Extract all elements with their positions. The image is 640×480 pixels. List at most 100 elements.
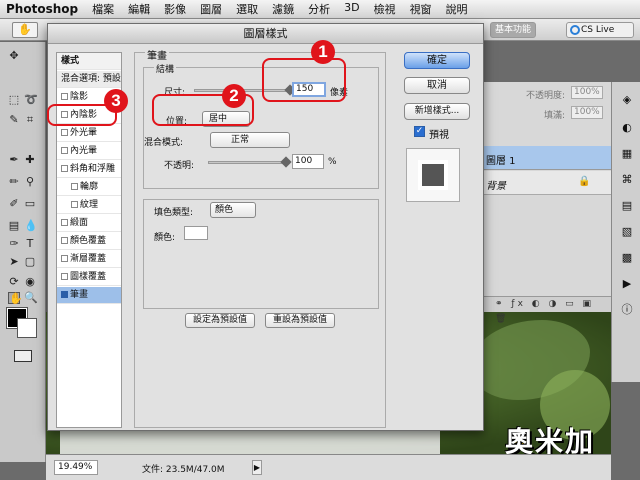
eraser-icon[interactable]: ▭: [24, 198, 36, 210]
menu-layer[interactable]: 圖層: [200, 1, 222, 17]
clone-stamp-icon[interactable]: ⚲: [24, 176, 36, 188]
layers-panel-icon[interactable]: ◈: [620, 94, 634, 106]
styles-header[interactable]: 樣式: [57, 53, 121, 70]
style-item-stroke[interactable]: 筆畫: [57, 287, 121, 304]
blur-tool-icon[interactable]: 💧: [24, 220, 38, 232]
style-item-inner-glow[interactable]: 內光暈: [57, 143, 121, 160]
opacity-slider-thumb[interactable]: [280, 156, 292, 168]
layer-row-background[interactable]: 背景 🔒: [479, 171, 612, 195]
style-checkbox[interactable]: [61, 237, 68, 244]
workspace-switcher[interactable]: 基本功能: [490, 22, 536, 38]
opacity-unit: %: [328, 157, 337, 167]
style-checkbox[interactable]: [61, 273, 68, 280]
style-checkbox[interactable]: [61, 93, 68, 100]
healing-brush-icon[interactable]: ✚: [24, 154, 36, 166]
hand-icon[interactable]: ✋: [12, 22, 38, 38]
style-checkbox[interactable]: [61, 129, 68, 136]
pen-tool-icon[interactable]: ✑: [8, 238, 20, 250]
layer-fill-input[interactable]: 100%: [571, 106, 603, 119]
history-panel-icon[interactable]: ▤: [620, 200, 634, 212]
history-brush-icon[interactable]: ✐: [8, 198, 20, 210]
style-item-bevel-emboss[interactable]: 斜角和浮雕: [57, 161, 121, 178]
layers-footer-toolbar[interactable]: ⚭ ƒx ◐ ◑ ▭ ▣ 🗑: [479, 296, 612, 324]
style-checkbox[interactable]: [61, 165, 68, 172]
style-item-label: 漸層覆蓋: [70, 254, 107, 264]
menu-analysis[interactable]: 分析: [308, 1, 330, 17]
style-item-blending-options[interactable]: 混合選項: 預設: [57, 71, 121, 88]
channels-panel-icon[interactable]: ▦: [620, 148, 634, 160]
marquee-tool-icon[interactable]: ⬚: [8, 94, 20, 106]
background-color-swatch[interactable]: [17, 318, 37, 338]
adjustments-panel-icon[interactable]: ◐: [620, 122, 634, 134]
ok-button[interactable]: 確定: [404, 52, 470, 69]
menu-filter[interactable]: 濾鏡: [272, 1, 294, 17]
info-panel-icon[interactable]: ⓘ: [620, 304, 634, 316]
style-checkbox[interactable]: [61, 219, 68, 226]
reset-default-button[interactable]: 重設為預設值: [265, 313, 335, 328]
menu-file[interactable]: 檔案: [92, 1, 114, 17]
layer-row-layer-1[interactable]: 圖層 1: [479, 146, 612, 170]
gradient-icon[interactable]: ▤: [8, 220, 20, 232]
path-select-icon[interactable]: ➤: [8, 256, 20, 268]
style-item-label: 緞面: [70, 218, 89, 228]
style-item-color-overlay[interactable]: 顏色覆蓋: [57, 233, 121, 250]
layers-panel: 不透明度: 100% 填滿: 100% 圖層 1 背景 🔒 ⚭ ƒx ◐ ◑ ▭…: [478, 82, 612, 324]
shape-tool-icon[interactable]: ▢: [24, 256, 36, 268]
layer-opacity-input[interactable]: 100%: [571, 86, 603, 99]
swatches-panel-icon[interactable]: ▧: [620, 226, 634, 238]
style-checkbox[interactable]: [71, 183, 78, 190]
style-item-pattern-overlay[interactable]: 圖樣覆蓋: [57, 269, 121, 286]
style-item-contour[interactable]: 輪廓: [57, 179, 121, 196]
type-tool-icon[interactable]: T: [24, 238, 36, 250]
cancel-button[interactable]: 取消: [404, 77, 470, 94]
layer-fill-label: 填滿:: [544, 111, 566, 121]
style-item-outer-glow[interactable]: 外光暈: [57, 125, 121, 142]
style-item-texture[interactable]: 紋理: [57, 197, 121, 214]
quick-select-icon[interactable]: ✎: [8, 114, 20, 126]
styles-panel-icon[interactable]: ▩: [620, 252, 634, 264]
style-item-satin[interactable]: 緞面: [57, 215, 121, 232]
3d-rotate-icon[interactable]: ⟳: [8, 276, 20, 288]
fill-group: 填色類型: 顏色 顏色:: [143, 199, 379, 309]
style-checkbox[interactable]: [61, 147, 68, 154]
preview-checkbox[interactable]: ✓: [414, 126, 425, 137]
fill-type-label: 填色類型:: [154, 208, 194, 218]
style-item-label: 陰影: [70, 92, 89, 102]
fill-type-select[interactable]: 顏色: [210, 202, 256, 218]
lasso-tool-icon[interactable]: ➰: [24, 94, 38, 106]
preview-thumbnail: [418, 160, 448, 190]
zoom-tool-icon[interactable]: 🔍: [24, 292, 38, 304]
status-menu-arrow-icon[interactable]: ▶: [252, 460, 262, 475]
menu-select[interactable]: 選取: [236, 1, 258, 17]
brush-tool-icon[interactable]: ✏: [8, 176, 20, 188]
app-menu[interactable]: Photoshop: [6, 2, 78, 16]
style-item-label: 顏色覆蓋: [70, 236, 107, 246]
zoom-level-input[interactable]: 19.49%: [54, 460, 98, 475]
quick-mask-icon[interactable]: [14, 350, 32, 362]
hand-tool-icon[interactable]: ✋: [8, 292, 23, 305]
cs-live-button[interactable]: CS Live: [566, 22, 634, 38]
set-default-button[interactable]: 設定為預設值: [185, 313, 255, 328]
eyedropper-icon[interactable]: ✒: [8, 154, 20, 166]
new-style-button[interactable]: 新增樣式...: [404, 103, 470, 120]
style-checkbox[interactable]: [71, 201, 78, 208]
stroke-color-swatch[interactable]: [184, 226, 208, 240]
menu-3d[interactable]: 3D: [344, 1, 359, 17]
menu-help[interactable]: 說明: [446, 1, 468, 17]
paths-panel-icon[interactable]: ⌘: [620, 174, 634, 186]
crop-tool-icon[interactable]: ⌗: [24, 114, 36, 126]
opacity-slider[interactable]: [208, 161, 286, 164]
style-checkbox[interactable]: [61, 255, 68, 262]
style-checkbox[interactable]: [61, 291, 68, 298]
menu-image[interactable]: 影像: [164, 1, 186, 17]
actions-panel-icon[interactable]: ▶: [620, 278, 634, 290]
3d-camera-icon[interactable]: ◉: [24, 276, 36, 288]
menu-view[interactable]: 檢視: [374, 1, 396, 17]
opacity-input[interactable]: 100: [292, 154, 324, 169]
menu-window[interactable]: 視窗: [410, 1, 432, 17]
menu-edit[interactable]: 編輯: [128, 1, 150, 17]
move-tool-icon[interactable]: ✥: [8, 50, 20, 62]
style-item-gradient-overlay[interactable]: 漸層覆蓋: [57, 251, 121, 268]
blend-mode-select[interactable]: 正常: [210, 132, 290, 148]
style-item-label: 內光暈: [70, 146, 98, 156]
